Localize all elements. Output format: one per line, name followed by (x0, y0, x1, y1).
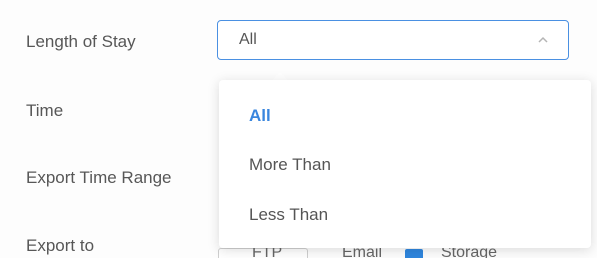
export-to-options-partial: FTP Email Storage (0, 248, 597, 258)
option-all[interactable]: All (249, 106, 271, 126)
select-current-value: All (239, 31, 257, 48)
storage-option-label: Storage (441, 248, 498, 258)
option-more-than[interactable]: More Than (249, 155, 331, 175)
chevron-up-icon (538, 36, 548, 43)
email-option-label[interactable]: Email (342, 248, 382, 258)
option-less-than[interactable]: Less Than (249, 205, 328, 225)
length-of-stay-dropdown: All More Than Less Than (219, 80, 591, 248)
label-export-time-range: Export Time Range (26, 168, 172, 187)
label-time: Time (26, 101, 64, 120)
ftp-option-label: FTP (252, 248, 283, 258)
checkbox-checked-icon[interactable] (405, 249, 423, 258)
length-of-stay-select[interactable]: All (217, 20, 569, 60)
label-length-of-stay: Length of Stay (26, 32, 136, 51)
